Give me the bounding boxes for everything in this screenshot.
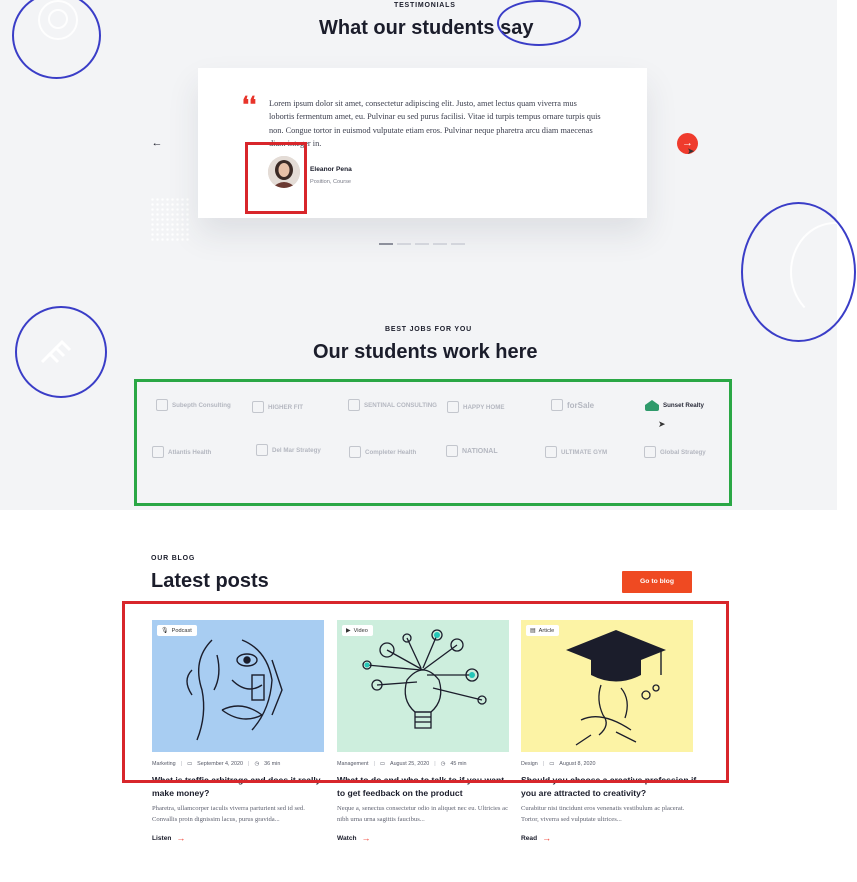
pagination-dot[interactable]: [451, 243, 465, 245]
blog-title: Latest posts: [151, 570, 269, 592]
mouse-cursor-icon: ➤: [687, 146, 695, 156]
companies-title: Our students work here: [313, 341, 538, 363]
carousel-pagination: [379, 243, 465, 245]
pagination-dot[interactable]: [379, 243, 393, 245]
post-excerpt: Curabitur nisi tincidunt eros venenatis …: [521, 805, 685, 823]
arrow-right-icon: →: [176, 833, 186, 844]
annotation-rect-logos: [134, 379, 732, 506]
decorative-dots: [150, 197, 190, 242]
annotation-circle: [741, 202, 856, 342]
author-role: Position, Course: [310, 179, 352, 185]
post-link[interactable]: Listen →: [152, 833, 324, 843]
previous-arrow-icon[interactable]: ←: [150, 136, 164, 150]
annotation-rect-avatar: [245, 142, 307, 214]
post-link[interactable]: Read →: [521, 833, 693, 843]
testimonial-quote: Lorem ipsum dolor sit amet, consectetur …: [269, 99, 601, 148]
pagination-dot[interactable]: [397, 243, 411, 245]
go-to-blog-button[interactable]: Go to blog: [622, 571, 692, 593]
annotation-circle: [15, 306, 107, 398]
pagination-dot[interactable]: [415, 243, 429, 245]
post-excerpt: Pharetra, ullamcorper iaculis viverra pa…: [152, 805, 305, 823]
arrow-right-icon: →: [361, 833, 371, 844]
annotation-rect-posts: [122, 601, 729, 783]
quote-icon: ❛❛: [242, 92, 257, 118]
post-link[interactable]: Watch →: [337, 833, 509, 843]
blog-eyebrow: OUR BLOG: [151, 555, 196, 562]
pagination-dot[interactable]: [433, 243, 447, 245]
companies-eyebrow: BEST JOBS FOR YOU: [385, 326, 472, 333]
post-excerpt: Neque a, senectus consectetur odio in al…: [337, 805, 509, 823]
testimonials-eyebrow: TESTIMONIALS: [394, 2, 456, 9]
author-name: Eleanor Pena: [310, 166, 352, 173]
arrow-right-icon: →: [542, 833, 552, 844]
annotation-circle: [497, 0, 581, 46]
